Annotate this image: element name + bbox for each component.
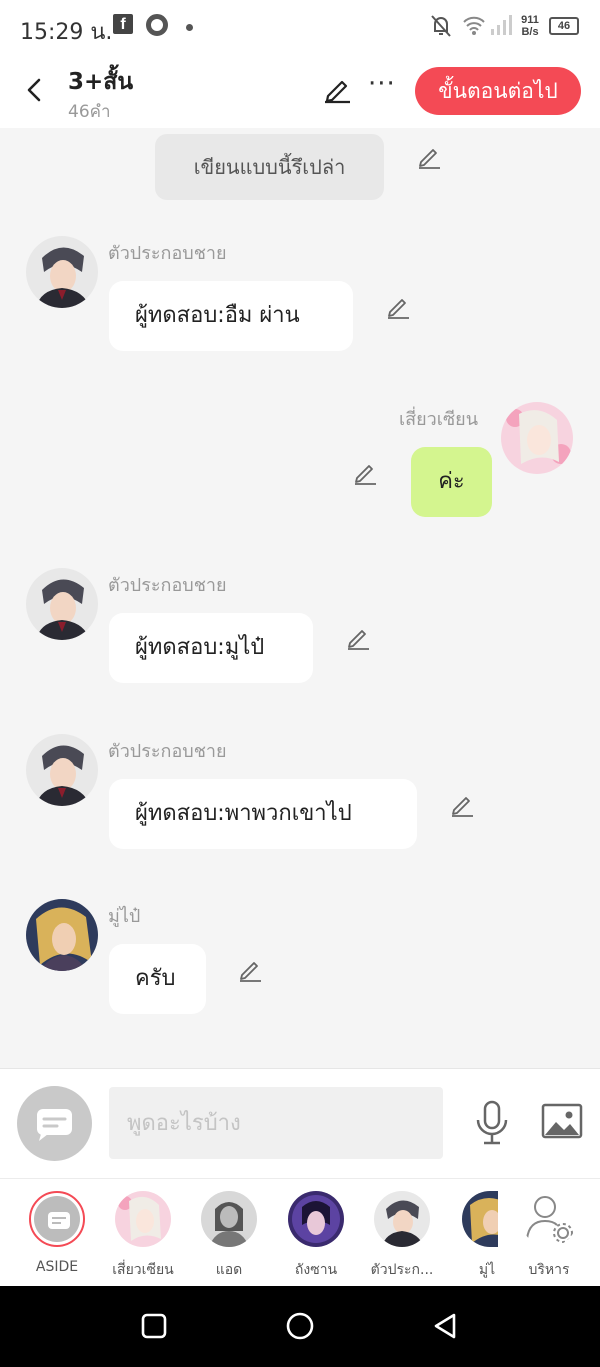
character-avatar xyxy=(374,1191,430,1247)
person-gear-icon xyxy=(521,1191,577,1247)
status-bar: 15:29 น. f 911 B/s 46 xyxy=(0,0,600,54)
character-avatar xyxy=(201,1191,257,1247)
character-label: แอด xyxy=(215,1262,243,1278)
avatar-xiaoxian[interactable] xyxy=(501,402,573,474)
edit-icon[interactable] xyxy=(416,144,442,170)
message-bubble[interactable]: ผู้ทดสอบ:อืม ผ่าน xyxy=(109,281,353,351)
image-icon[interactable] xyxy=(541,1103,583,1139)
character-label: ASIDE xyxy=(35,1259,79,1275)
chat-bubble-icon xyxy=(48,1212,70,1229)
back-icon[interactable] xyxy=(432,1312,460,1342)
message-bubble[interactable]: ครับ xyxy=(109,944,206,1014)
avatar-extra-male[interactable] xyxy=(26,734,98,806)
edit-icon[interactable] xyxy=(449,792,475,818)
system-message[interactable]: เขียนแบบนี้รึเปล่า xyxy=(155,134,384,200)
network-speed: 911 B/s xyxy=(518,14,542,38)
character-label: เสี่ยวเซียน xyxy=(112,1262,174,1278)
sender-name: เสี่ยวเซียน xyxy=(399,409,479,430)
microphone-icon[interactable] xyxy=(474,1100,510,1146)
edit-icon[interactable] xyxy=(352,460,378,486)
recent-apps-icon[interactable] xyxy=(140,1312,168,1340)
sender-name: ตัวประกอบชาย xyxy=(108,741,227,762)
status-time: 15:29 น. xyxy=(20,20,113,45)
character-label: บริหาร xyxy=(528,1262,570,1278)
avatar-mubai[interactable] xyxy=(26,899,98,971)
more-icon[interactable]: ··· xyxy=(368,71,396,97)
character-tangsan[interactable]: ถังซาน xyxy=(278,1191,354,1281)
next-step-button[interactable]: ขั้นตอนต่อไป xyxy=(415,67,581,115)
aside-avatar xyxy=(29,1191,85,1247)
character-bar: ASIDE เสี่ยวเซียน แอด ถังซาน ตัวประก... … xyxy=(0,1178,600,1286)
own-message-bubble[interactable]: ค่ะ xyxy=(411,447,492,517)
battery-icon: 46 xyxy=(549,17,579,35)
aside-toggle-button[interactable] xyxy=(17,1086,92,1161)
character-aside[interactable]: ASIDE xyxy=(19,1191,95,1275)
chat-bubble-icon xyxy=(37,1109,72,1141)
facebook-icon: f xyxy=(113,14,133,34)
sender-name: ตัวประกอบชาย xyxy=(108,575,227,596)
character-label: ตัวประก... xyxy=(370,1262,434,1278)
message-input[interactable] xyxy=(109,1087,443,1159)
back-arrow-icon[interactable] xyxy=(22,76,46,104)
edit-icon[interactable] xyxy=(237,957,263,983)
wifi-icon xyxy=(463,16,485,35)
character-xiaoxian[interactable]: เสี่ยวเซียน xyxy=(105,1191,181,1281)
message-bubble[interactable]: ผู้ทดสอบ:พาพวกเขาไป xyxy=(109,779,417,849)
character-avatar xyxy=(288,1191,344,1247)
word-count: 46คำ xyxy=(68,102,111,122)
chat-area[interactable]: เขียนแบบนี้รึเปล่า ตัวประกอบชาย ผู้ทดสอบ… xyxy=(0,128,600,1068)
sender-name: มู่ไป๋ xyxy=(108,906,141,927)
input-bar xyxy=(0,1068,600,1178)
page-title: 3+สั้น xyxy=(68,69,134,95)
network-speed-unit: B/s xyxy=(521,26,539,38)
character-extra-male[interactable]: ตัวประก... xyxy=(364,1191,440,1281)
sender-name: ตัวประกอบชาย xyxy=(108,243,227,264)
message-bubble[interactable]: ผู้ทดสอบ:มูไป๋ xyxy=(109,613,313,683)
system-nav-bar xyxy=(0,1286,600,1367)
chrome-icon xyxy=(146,14,168,36)
network-speed-value: 911 xyxy=(521,14,539,26)
character-ad[interactable]: แอด xyxy=(191,1191,267,1281)
bell-off-icon xyxy=(431,15,451,37)
edit-icon[interactable] xyxy=(345,625,371,651)
character-label: ถังซาน xyxy=(294,1262,338,1278)
avatar-extra-male[interactable] xyxy=(26,568,98,640)
character-avatar xyxy=(462,1191,498,1247)
edit-title-icon[interactable] xyxy=(322,74,352,104)
header: 3+สั้น 46คำ ··· ขั้นตอนต่อไป xyxy=(0,54,600,128)
avatar-extra-male[interactable] xyxy=(26,236,98,308)
signal-icon xyxy=(491,15,512,35)
character-avatar xyxy=(115,1191,171,1247)
edit-icon[interactable] xyxy=(385,294,411,320)
manage-characters-button[interactable]: บริหาร xyxy=(511,1191,587,1281)
home-icon[interactable] xyxy=(284,1312,316,1344)
notification-dot-icon xyxy=(186,24,193,31)
